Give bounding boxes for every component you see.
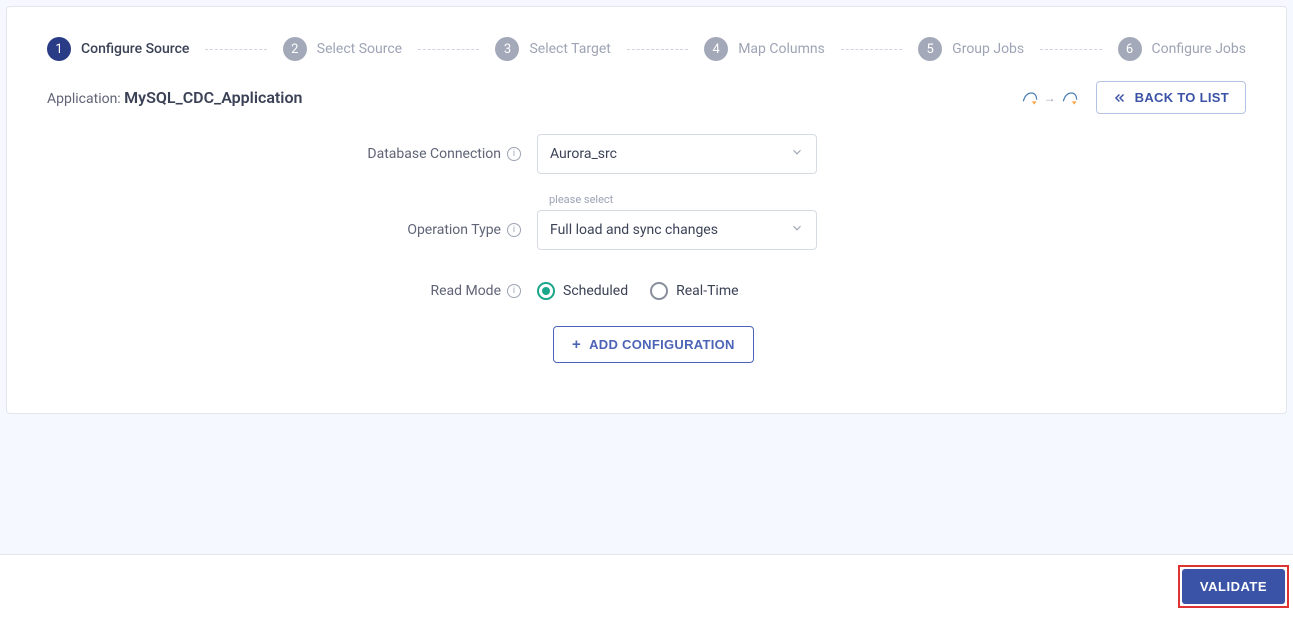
db-connection-select[interactable]: Aurora_src xyxy=(537,134,817,174)
validate-button[interactable]: VALIDATE xyxy=(1182,569,1285,604)
operation-type-label: Operation Type i xyxy=(47,222,537,238)
step-map-columns[interactable]: 4 Map Columns xyxy=(704,37,825,61)
read-mode-label: Read Mode i xyxy=(47,283,537,299)
application-header: Application: MySQL_CDC_Application xyxy=(47,88,302,107)
step-badge: 2 xyxy=(283,37,307,61)
step-label: Map Columns xyxy=(738,41,825,57)
step-label: Configure Jobs xyxy=(1152,41,1246,57)
back-to-list-label: BACK TO LIST xyxy=(1135,90,1229,105)
step-connector xyxy=(418,49,479,50)
step-label: Group Jobs xyxy=(952,41,1024,57)
step-select-source[interactable]: 2 Select Source xyxy=(283,37,402,61)
step-connector xyxy=(841,49,902,50)
step-configure-source[interactable]: 1 Configure Source xyxy=(47,37,189,61)
step-badge: 5 xyxy=(918,37,942,61)
info-icon[interactable]: i xyxy=(507,223,521,237)
step-configure-jobs[interactable]: 6 Configure Jobs xyxy=(1118,37,1246,61)
radio-unselected-icon xyxy=(650,282,668,300)
validate-label: VALIDATE xyxy=(1200,579,1267,594)
radio-selected-icon xyxy=(537,282,555,300)
arrow-icon: → xyxy=(1044,91,1056,105)
chevron-down-icon xyxy=(790,221,804,239)
read-mode-realtime-radio[interactable]: Real-Time xyxy=(650,282,738,300)
add-configuration-button[interactable]: + ADD CONFIGURATION xyxy=(553,326,754,363)
step-label: Select Source xyxy=(317,41,402,57)
source-target-icons: → xyxy=(1020,88,1080,108)
operation-type-select[interactable]: Full load and sync changes xyxy=(537,210,817,250)
wizard-stepper: 1 Configure Source 2 Select Source 3 Sel… xyxy=(7,7,1286,81)
step-connector xyxy=(205,49,266,50)
step-label: Configure Source xyxy=(81,41,189,57)
radio-label: Real-Time xyxy=(676,283,738,299)
db-connection-value: Aurora_src xyxy=(550,146,617,162)
footer-bar: VALIDATE xyxy=(0,554,1293,618)
step-select-target[interactable]: 3 Select Target xyxy=(495,37,610,61)
plus-icon: + xyxy=(572,337,581,352)
read-mode-radio-group: Scheduled Real-Time xyxy=(537,282,817,300)
step-badge: 4 xyxy=(704,37,728,61)
add-configuration-label: ADD CONFIGURATION xyxy=(589,337,735,352)
db-connection-label: Database Connection i xyxy=(47,146,537,162)
mysql-source-icon xyxy=(1020,88,1040,108)
chevrons-left-icon xyxy=(1113,91,1127,105)
operation-type-floating-label: please select xyxy=(549,193,613,206)
step-connector xyxy=(627,49,688,50)
step-label: Select Target xyxy=(529,41,610,57)
application-label: Application: xyxy=(47,91,124,107)
info-icon[interactable]: i xyxy=(507,147,521,161)
step-group-jobs[interactable]: 5 Group Jobs xyxy=(918,37,1024,61)
chevron-down-icon xyxy=(790,145,804,163)
read-mode-scheduled-radio[interactable]: Scheduled xyxy=(537,282,628,300)
info-icon[interactable]: i xyxy=(507,284,521,298)
step-badge: 6 xyxy=(1118,37,1142,61)
back-to-list-button[interactable]: BACK TO LIST xyxy=(1096,81,1246,114)
step-badge: 3 xyxy=(495,37,519,61)
validate-highlight: VALIDATE xyxy=(1178,565,1289,608)
mysql-target-icon xyxy=(1060,88,1080,108)
step-connector xyxy=(1040,49,1101,50)
operation-type-value: Full load and sync changes xyxy=(550,222,718,238)
step-badge: 1 xyxy=(47,37,71,61)
radio-label: Scheduled xyxy=(563,283,628,299)
application-name: MySQL_CDC_Application xyxy=(124,88,302,107)
